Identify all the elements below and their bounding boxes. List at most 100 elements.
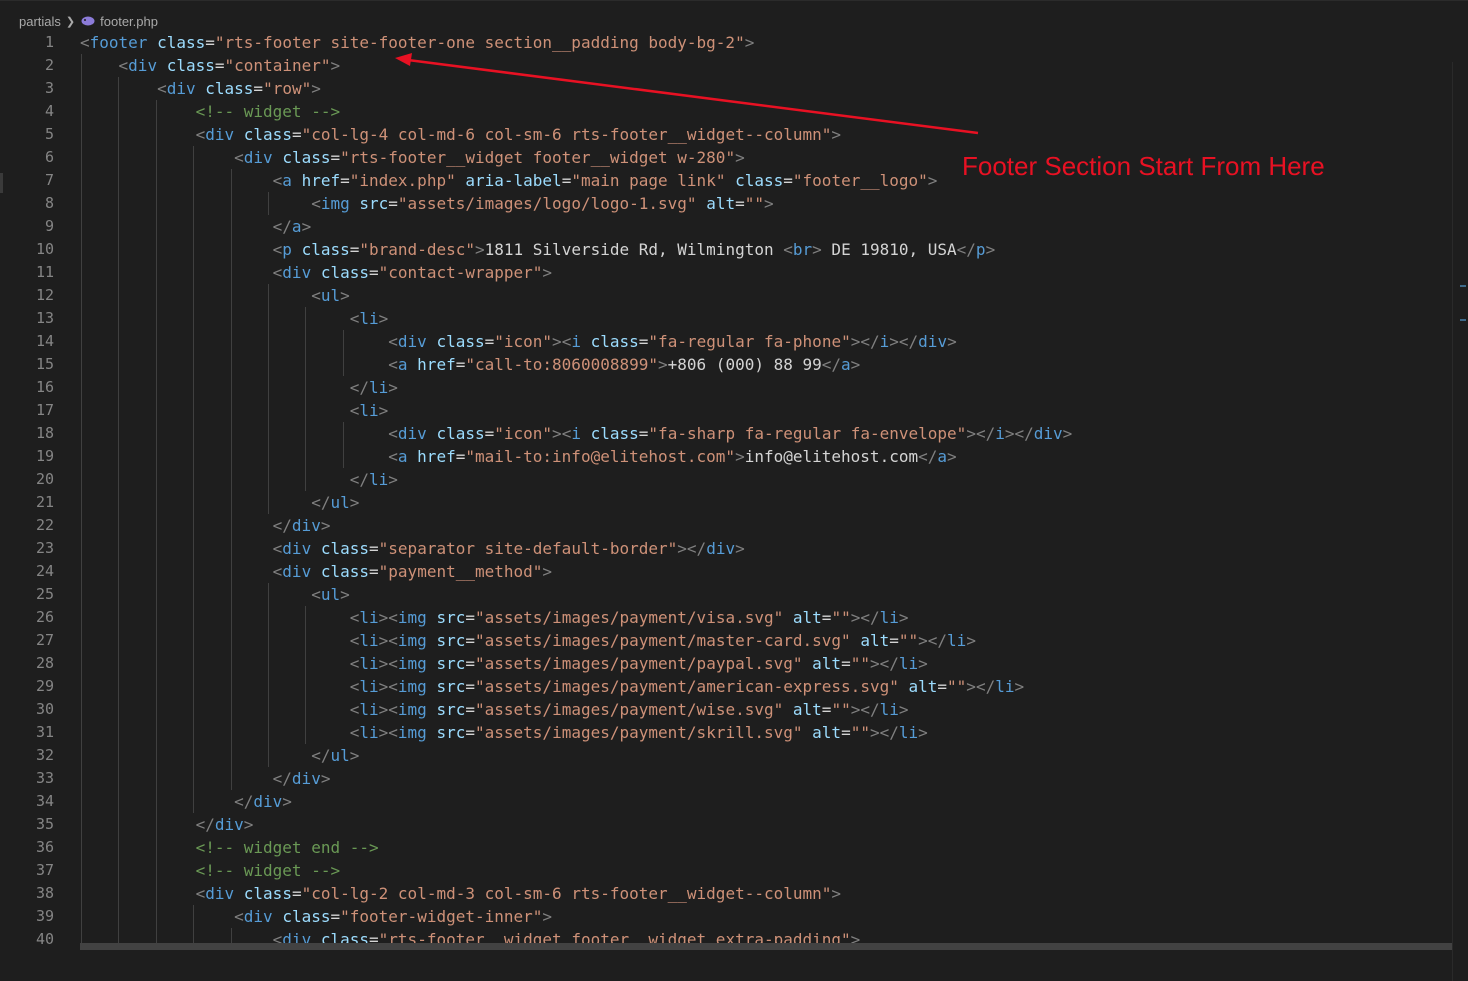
code-line[interactable]: <div class="icon"><i class="fa-regular f… [80, 330, 956, 353]
code-token: "brand-desc" [359, 240, 475, 259]
code-token: "footer__logo" [792, 171, 928, 190]
indent-guide [155, 882, 157, 905]
code-line[interactable]: <div class="col-lg-4 col-md-6 col-sm-6 r… [80, 123, 841, 146]
code-line[interactable]: <div class="row"> [80, 77, 321, 100]
code-token: "row" [263, 79, 312, 98]
line-number: 36 [35, 838, 54, 856]
line-number-gutter: 1 2 3 4 5 6 7 8 9 10 11 12 13 14 15 16 17 18 19 20 21 22 23 24 2… [0, 31, 62, 950]
code-token: 1811 Silverside Rd, Wilmington [484, 240, 784, 259]
code-line[interactable]: <li><img src="assets/images/payment/skri… [80, 721, 928, 744]
code-line[interactable]: <li><img src="assets/images/payment/wise… [80, 698, 909, 721]
indent-guide [193, 721, 195, 744]
indent-guide [81, 767, 82, 790]
code-token: < [272, 240, 283, 259]
code-token: > [378, 608, 389, 627]
indent-guide [193, 790, 195, 813]
code-line[interactable]: <div class="container"> [80, 54, 341, 77]
code-line[interactable]: </ul> [80, 491, 359, 514]
code-token: img [397, 631, 427, 650]
indent-guide [230, 468, 232, 491]
indent-guide [118, 629, 120, 652]
horizontal-scrollbar[interactable] [80, 943, 1452, 950]
indent-guide [118, 146, 120, 169]
code-token: > [735, 148, 745, 167]
code-token: = [388, 194, 398, 213]
indent-guide [193, 675, 195, 698]
indent-guide [155, 514, 157, 537]
code-token: div [166, 79, 196, 98]
code-line[interactable]: <div class="icon"><i class="fa-sharp fa-… [80, 422, 1072, 445]
code-line[interactable]: <p class="brand-desc">1811 Silverside Rd… [80, 238, 996, 261]
code-token: "fa-regular fa-phone" [648, 332, 851, 351]
indent-guide [81, 330, 82, 353]
indent-guide [118, 77, 120, 100]
indent-guide [155, 192, 157, 215]
code-token: li [359, 723, 379, 742]
line-number: 26 [35, 608, 54, 626]
indent-guide [193, 606, 195, 629]
indent-guide [193, 537, 195, 560]
code-line[interactable]: </a> [80, 215, 312, 238]
indent-guide [118, 767, 120, 790]
line-number: 22 [35, 516, 54, 534]
indent-guide [118, 376, 120, 399]
code-line[interactable]: <div class="rts-footer__widget footer__w… [80, 146, 745, 169]
code-line[interactable]: <a href="call-to:8060008899">+806 (000) … [80, 353, 860, 376]
code-line[interactable]: <div class="payment__method"> [80, 560, 552, 583]
code-line[interactable]: <a href="mail-to:info@elitehost.com">inf… [80, 445, 956, 468]
breadcrumb-file[interactable]: footer.php [100, 14, 158, 29]
vertical-scrollbar[interactable] [1452, 62, 1468, 981]
code-line[interactable]: <div class="footer-widget-inner"> [80, 905, 552, 928]
code-line[interactable]: <li> [80, 307, 389, 330]
code-line[interactable]: </div> [80, 813, 254, 836]
code-line[interactable]: <div class="contact-wrapper"> [80, 261, 552, 284]
code-token: > [985, 240, 996, 259]
indent-guide [81, 169, 82, 192]
code-token: "rts-footer site-footer-one section__pad… [214, 33, 745, 52]
code-token: > [869, 723, 880, 742]
breadcrumb-folder[interactable]: partials [19, 14, 61, 29]
indent-guide [81, 790, 82, 813]
code-line[interactable]: </li> [80, 468, 398, 491]
code-token: > [658, 355, 668, 374]
indent-guide [230, 491, 232, 514]
code-line[interactable]: <ul> [80, 284, 350, 307]
code-line[interactable]: </ul> [80, 744, 359, 767]
code-line[interactable]: <!-- widget end --> [80, 836, 379, 859]
code-line[interactable]: <li><img src="assets/images/payment/payp… [80, 652, 928, 675]
code-line[interactable]: <a href="index.php" aria-label="main pag… [80, 169, 938, 192]
code-token: </ [234, 792, 254, 811]
code-line[interactable]: <li> [80, 399, 389, 422]
code-token: "assets/images/payment/master-card.svg" [475, 631, 851, 650]
code-line[interactable]: </div> [80, 790, 292, 813]
code-token: div [205, 884, 235, 903]
code-token: i [571, 332, 581, 351]
indent-guide [155, 238, 157, 261]
code-line[interactable]: <footer class="rts-footer site-footer-on… [80, 31, 754, 54]
code-token: footer [89, 33, 148, 52]
code-line[interactable]: <li><img src="assets/images/payment/amer… [80, 675, 1024, 698]
code-line[interactable]: <div class="separator site-default-borde… [80, 537, 745, 560]
code-line[interactable]: <img src="assets/images/logo/logo-1.svg"… [80, 192, 773, 215]
code-token: < [234, 148, 244, 167]
indent-guide [193, 169, 195, 192]
code-line[interactable]: <ul> [80, 583, 350, 606]
code-line[interactable]: <div class="col-lg-2 col-md-3 col-sm-6 r… [80, 882, 841, 905]
code-token: = [291, 884, 302, 903]
code-line[interactable]: </li> [80, 376, 398, 399]
indent-guide [305, 698, 307, 721]
code-line[interactable]: <li><img src="assets/images/payment/visa… [80, 606, 909, 629]
code-token: = [937, 677, 948, 696]
code-token: class [205, 79, 254, 98]
code-token: div [214, 815, 244, 834]
code-token: +806 (000) 88 99 [667, 355, 822, 374]
code-line[interactable]: <li><img src="assets/images/payment/mast… [80, 629, 976, 652]
indent-guide [230, 376, 232, 399]
indent-guide [193, 652, 195, 675]
